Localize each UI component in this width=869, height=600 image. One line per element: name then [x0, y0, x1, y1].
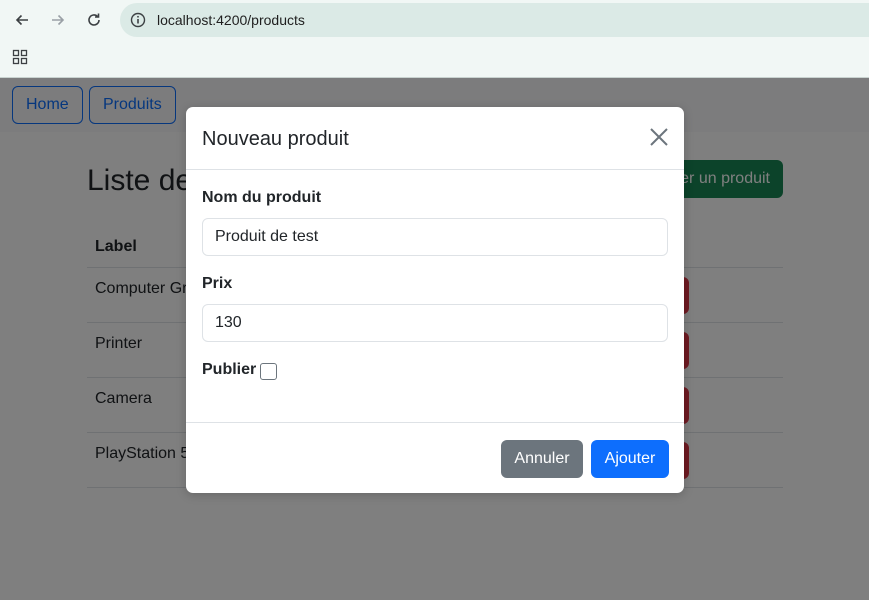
product-name-label: Nom du produit	[202, 189, 322, 206]
url-text: localhost:4200/products	[157, 12, 305, 28]
submit-button[interactable]: Ajouter	[591, 440, 669, 478]
arrow-right-icon	[52, 14, 65, 26]
new-product-modal: Nouveau produit Nom du produit Prix Publ…	[186, 107, 684, 493]
price-label: Prix	[202, 275, 233, 292]
info-icon[interactable]	[130, 12, 146, 28]
product-name-input[interactable]	[202, 218, 668, 256]
close-icon[interactable]	[648, 126, 670, 148]
price-input[interactable]	[202, 304, 668, 342]
modal-header: Nouveau produit	[186, 107, 684, 170]
publish-checkbox[interactable]	[260, 363, 277, 380]
arrow-left-icon	[15, 14, 28, 26]
publish-label: Publier	[202, 361, 257, 378]
reload-button[interactable]	[82, 8, 106, 32]
modal-title: Nouveau produit	[202, 128, 349, 150]
forward-button[interactable]	[46, 8, 70, 32]
reload-icon	[88, 13, 100, 26]
browser-toolbar: localhost:4200/products	[0, 0, 869, 78]
address-bar[interactable]: localhost:4200/products	[120, 3, 869, 37]
back-button[interactable]	[10, 8, 34, 32]
modal-footer: Annuler Ajouter	[186, 422, 684, 493]
cancel-button[interactable]: Annuler	[501, 440, 583, 478]
apps-grid-icon[interactable]	[12, 49, 28, 65]
